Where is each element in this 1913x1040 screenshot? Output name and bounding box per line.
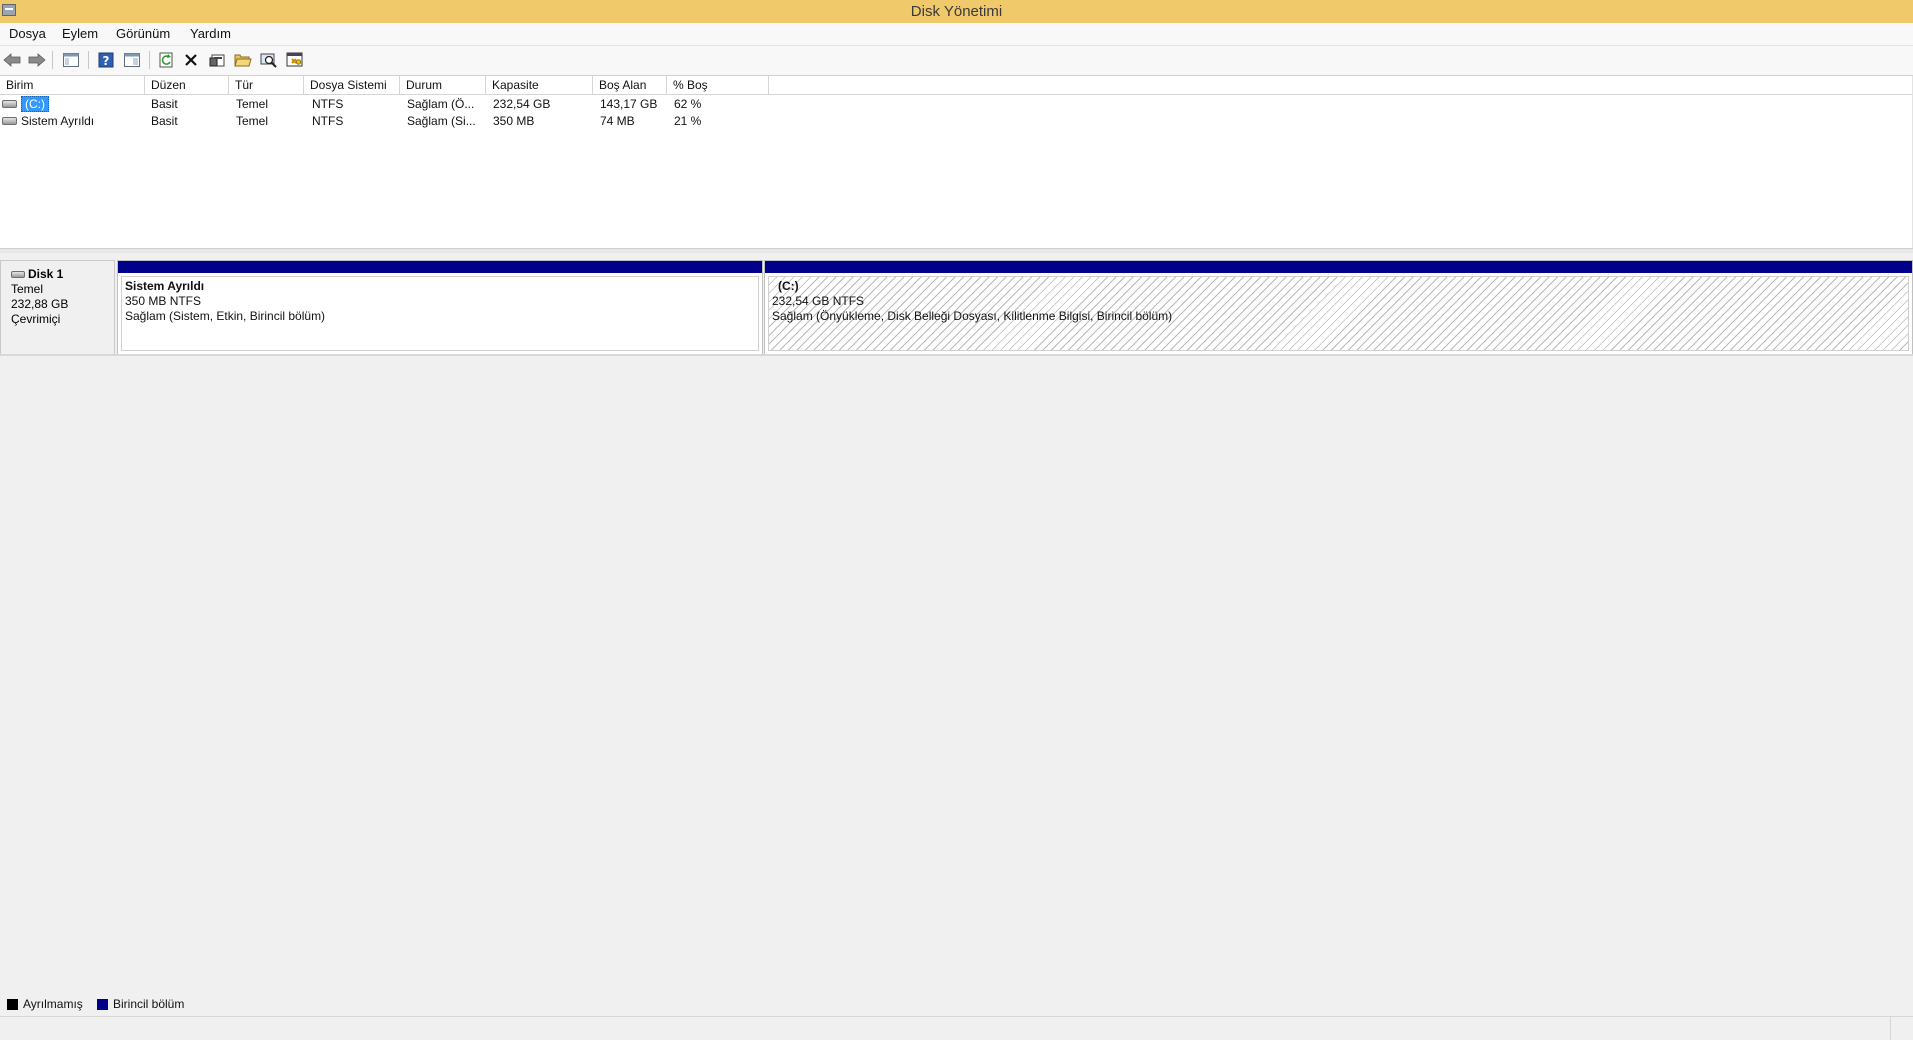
partition-name: (C:) — [778, 279, 799, 293]
volume-free-space: 143,17 GB — [600, 97, 658, 111]
col-yuzde-bos[interactable]: % Boş — [667, 76, 769, 94]
legend-swatch-primary — [97, 999, 108, 1010]
settings-icon[interactable] — [285, 50, 305, 70]
volume-free-space: 74 MB — [600, 114, 635, 128]
partition-body-selected: (C:) 232,54 GB NTFS Sağlam (Önyükleme, D… — [768, 276, 1909, 351]
primary-partition-bar — [118, 261, 762, 273]
toolbar: ? — [0, 46, 1913, 76]
menu-dosya[interactable]: Dosya — [9, 26, 46, 41]
volume-filesystem: NTFS — [312, 97, 344, 111]
volume-name: Sistem Ayrıldı — [21, 114, 95, 128]
col-bos-alan[interactable]: Boş Alan — [593, 76, 667, 94]
legend-unallocated: Ayrılmamış — [23, 997, 83, 1011]
col-tur[interactable]: Tür — [229, 76, 304, 94]
explore-icon[interactable] — [259, 50, 279, 70]
disk-map-divider — [0, 354, 1913, 356]
svg-text:?: ? — [103, 54, 110, 68]
menu-gorunum[interactable]: Görünüm — [116, 26, 170, 41]
volume-icon — [2, 117, 17, 125]
volume-type: Temel — [236, 114, 269, 128]
refresh-icon[interactable] — [157, 50, 177, 70]
volume-status: Sağlam (Ö... — [407, 97, 475, 111]
volume-capacity: 232,54 GB — [493, 97, 551, 111]
col-durum[interactable]: Durum — [400, 76, 486, 94]
forward-icon[interactable] — [27, 50, 47, 70]
back-icon[interactable] — [2, 50, 22, 70]
disk-icon — [11, 271, 25, 278]
volume-name: (C:) — [21, 96, 49, 112]
volume-status: Sağlam (Si... — [407, 114, 476, 128]
open-icon[interactable] — [233, 50, 253, 70]
disk-name: Disk 1 — [28, 267, 64, 281]
disk-size: 232,88 GB — [11, 297, 69, 311]
primary-partition-bar — [765, 261, 1912, 273]
partition-status: Sağlam (Sistem, Etkin, Birincil bölüm) — [125, 309, 326, 323]
partition-size: 350 MB NTFS — [125, 294, 202, 308]
col-birim[interactable]: Birim — [0, 76, 145, 94]
disk-map: Disk 1 Temel 232,88 GB Çevrimiçi Sistem … — [0, 254, 1913, 355]
help-icon[interactable]: ? — [96, 50, 116, 70]
legend-primary: Birincil bölüm — [113, 997, 185, 1011]
console-tree-icon[interactable] — [61, 50, 81, 70]
partition-size: 232,54 GB NTFS — [772, 294, 865, 308]
volume-percent-free: 62 % — [674, 97, 702, 111]
volume-layout: Basit — [151, 97, 178, 111]
pane-splitter[interactable] — [0, 249, 1913, 253]
volume-layout: Basit — [151, 114, 178, 128]
menu-bar: Dosya Eylem Görünüm Yardım — [0, 23, 1913, 46]
partition-status: Sağlam (Önyükleme, Disk Belleği Dosyası,… — [772, 309, 1173, 323]
status-bar — [0, 1016, 1913, 1040]
legend-swatch-unallocated — [7, 999, 18, 1010]
properties-icon[interactable] — [207, 50, 227, 70]
volume-row-c[interactable]: (C:) Basit Temel NTFS Sağlam (Ö... 232,5… — [0, 96, 1913, 113]
menu-eylem[interactable]: Eylem — [62, 26, 98, 41]
title-bar: Disk Yönetimi — [0, 0, 1913, 24]
col-kapasite[interactable]: Kapasite — [486, 76, 593, 94]
partition-body: Sistem Ayrıldı 350 MB NTFS Sağlam (Siste… — [121, 276, 759, 351]
disk-status: Çevrimiçi — [11, 312, 61, 326]
disk-type: Temel — [11, 282, 44, 296]
col-dosya-sistemi[interactable]: Dosya Sistemi — [304, 76, 400, 94]
volume-list-header: Birim Düzen Tür Dosya Sistemi Durum Kapa… — [0, 76, 1913, 95]
col-duzen[interactable]: Düzen — [145, 76, 229, 94]
volume-type: Temel — [236, 97, 269, 111]
menu-yardim[interactable]: Yardım — [190, 26, 231, 41]
volume-percent-free: 21 % — [674, 114, 702, 128]
volume-row-sistem-ayrildi[interactable]: Sistem Ayrıldı Basit Temel NTFS Sağlam (… — [0, 113, 1913, 130]
partition-c[interactable]: (C:) 232,54 GB NTFS Sağlam (Önyükleme, D… — [764, 260, 1913, 355]
window-title: Disk Yönetimi — [910, 3, 1003, 20]
volume-filesystem: NTFS — [312, 114, 344, 128]
legend: Ayrılmamış Birincil bölüm — [0, 996, 1913, 1014]
disk-1-label[interactable]: Disk 1 Temel 232,88 GB Çevrimiçi — [0, 260, 115, 355]
partition-sistem-ayrildi[interactable]: Sistem Ayrıldı 350 MB NTFS Sağlam (Siste… — [117, 260, 763, 355]
volume-list: Birim Düzen Tür Dosya Sistemi Durum Kapa… — [0, 76, 1913, 249]
delete-icon[interactable] — [181, 50, 201, 70]
show-hide-icon[interactable] — [122, 50, 142, 70]
partition-name: Sistem Ayrıldı — [125, 279, 205, 293]
volume-capacity: 350 MB — [493, 114, 535, 128]
volume-icon — [2, 100, 17, 108]
